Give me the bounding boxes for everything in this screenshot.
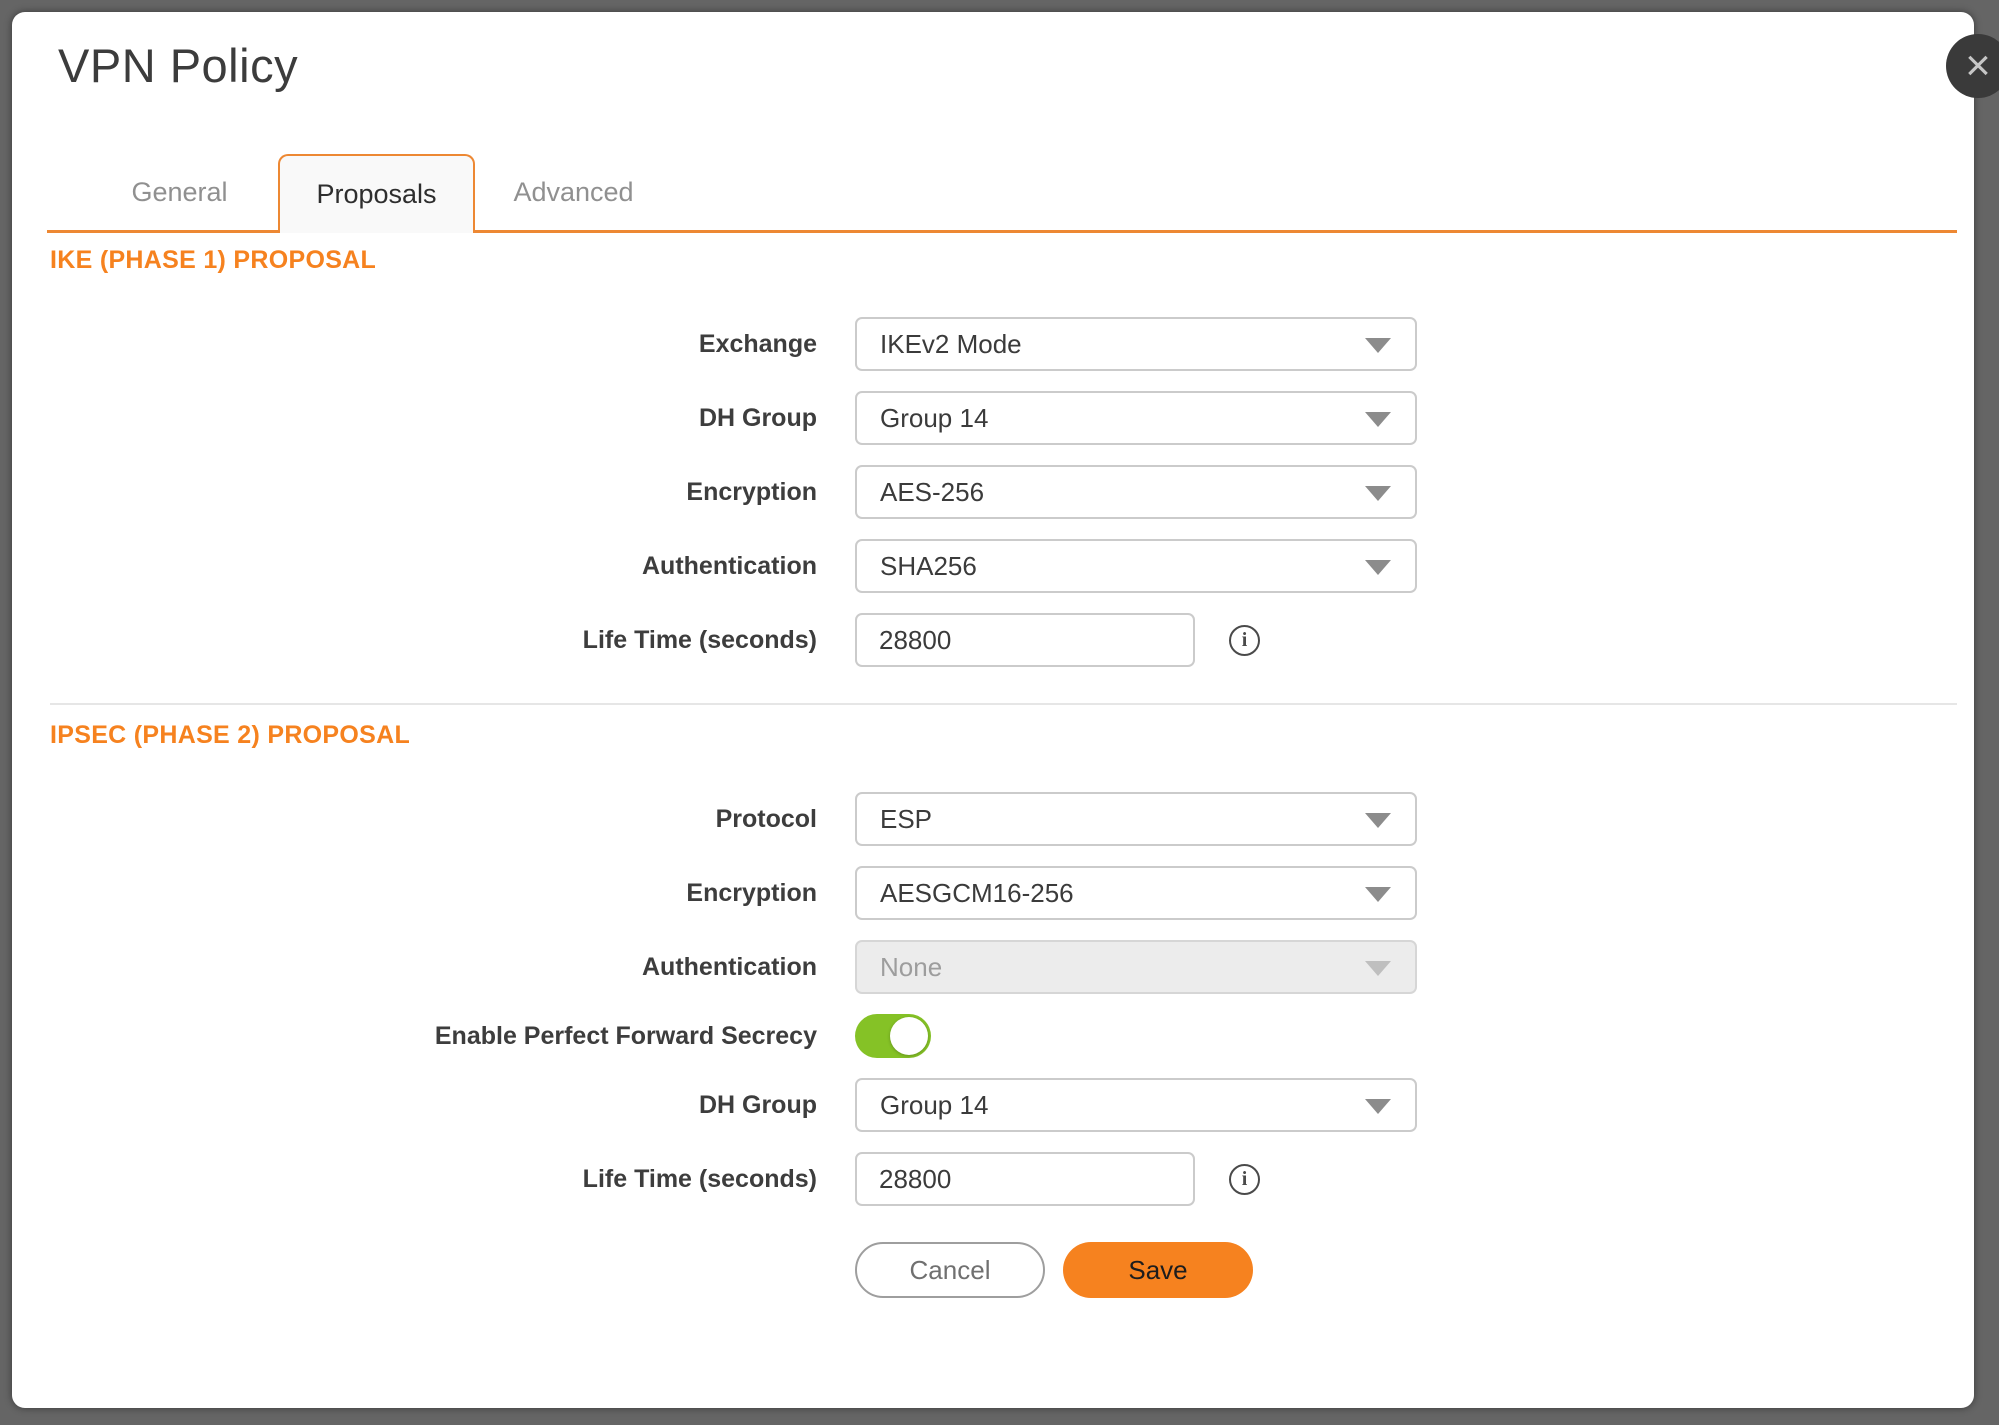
form-row: Life Time (seconds) i (50, 1152, 1957, 1206)
ike-encryption-label: Encryption (50, 478, 817, 507)
chevron-down-icon (1365, 412, 1391, 427)
ike-life-time-input[interactable] (855, 613, 1195, 667)
exchange-value: IKEv2 Mode (880, 329, 1022, 360)
dialog-footer: Cancel Save (855, 1242, 1957, 1298)
ipsec-encryption-value: AESGCM16-256 (880, 878, 1074, 909)
chevron-down-icon (1365, 338, 1391, 353)
ipsec-life-time-label: Life Time (seconds) (50, 1165, 817, 1194)
form-row: Encryption AES-256 (50, 465, 1957, 519)
toggle-knob (890, 1017, 928, 1055)
ike-authentication-label: Authentication (50, 552, 817, 581)
tab-bar: General Proposals Advanced (47, 154, 1957, 233)
chevron-down-icon (1365, 560, 1391, 575)
ipsec-authentication-dropdown: None (855, 940, 1417, 994)
tab-advanced[interactable]: Advanced (475, 154, 672, 230)
ike-authentication-value: SHA256 (880, 551, 977, 582)
exchange-label: Exchange (50, 330, 817, 359)
exchange-dropdown[interactable]: IKEv2 Mode (855, 317, 1417, 371)
ike-encryption-dropdown[interactable]: AES-256 (855, 465, 1417, 519)
ipsec-protocol-dropdown[interactable]: ESP (855, 792, 1417, 846)
dialog-title: VPN Policy (58, 38, 298, 93)
ike-dh-group-dropdown[interactable]: Group 14 (855, 391, 1417, 445)
info-icon[interactable]: i (1229, 625, 1260, 656)
form-row: Protocol ESP (50, 792, 1957, 846)
ike-life-time-label: Life Time (seconds) (50, 626, 817, 655)
ipsec-authentication-value: None (880, 952, 942, 983)
chevron-down-icon (1365, 486, 1391, 501)
tab-general[interactable]: General (81, 154, 278, 230)
ike-dh-group-value: Group 14 (880, 403, 988, 434)
ike-encryption-value: AES-256 (880, 477, 984, 508)
ipsec-authentication-label: Authentication (50, 953, 817, 982)
section-heading-ike: IKE (PHASE 1) PROPOSAL (50, 246, 1957, 275)
section-divider (50, 703, 1957, 705)
enable-perfect-forward-secrecy-label: Enable Perfect Forward Secrecy (50, 1022, 817, 1051)
chevron-down-icon (1365, 961, 1391, 976)
ipsec-encryption-dropdown[interactable]: AESGCM16-256 (855, 866, 1417, 920)
section-ike-phase1: IKE (PHASE 1) PROPOSAL Exchange IKEv2 Mod… (50, 246, 1957, 667)
info-icon[interactable]: i (1229, 1164, 1260, 1195)
chevron-down-icon (1365, 813, 1391, 828)
section-heading-ipsec: IPSEC (PHASE 2) PROPOSAL (50, 721, 1957, 750)
form-row: Enable Perfect Forward Secrecy (50, 1014, 1957, 1058)
ipsec-dh-group-dropdown[interactable]: Group 14 (855, 1078, 1417, 1132)
chevron-down-icon (1365, 1099, 1391, 1114)
form-row: Exchange IKEv2 Mode (50, 317, 1957, 371)
cancel-button[interactable]: Cancel (855, 1242, 1045, 1298)
ipsec-encryption-label: Encryption (50, 879, 817, 908)
dialog-content: IKE (PHASE 1) PROPOSAL Exchange IKEv2 Mod… (50, 242, 1957, 1298)
form-row: Authentication SHA256 (50, 539, 1957, 593)
save-button[interactable]: Save (1063, 1242, 1253, 1298)
screen: VPN Policy General Proposals Advanced IK… (0, 0, 1999, 1425)
section-ipsec-phase2: IPSEC (PHASE 2) PROPOSAL Protocol ESP Encr… (50, 721, 1957, 1206)
form-row: Life Time (seconds) i (50, 613, 1957, 667)
ipsec-life-time-input[interactable] (855, 1152, 1195, 1206)
tab-proposals[interactable]: Proposals (278, 154, 475, 233)
ipsec-dh-group-label: DH Group (50, 1091, 817, 1120)
ipsec-dh-group-value: Group 14 (880, 1090, 988, 1121)
vpn-policy-dialog: VPN Policy General Proposals Advanced IK… (12, 12, 1974, 1408)
chevron-down-icon (1365, 887, 1391, 902)
ike-authentication-dropdown[interactable]: SHA256 (855, 539, 1417, 593)
ipsec-protocol-label: Protocol (50, 805, 817, 834)
close-icon: × (1965, 44, 1991, 88)
ipsec-protocol-value: ESP (880, 804, 932, 835)
form-row: Authentication None (50, 940, 1957, 994)
ike-dh-group-label: DH Group (50, 404, 817, 433)
enable-perfect-forward-secrecy-toggle[interactable] (855, 1014, 931, 1058)
form-row: DH Group Group 14 (50, 391, 1957, 445)
form-row: Encryption AESGCM16-256 (50, 866, 1957, 920)
form-row: DH Group Group 14 (50, 1078, 1957, 1132)
